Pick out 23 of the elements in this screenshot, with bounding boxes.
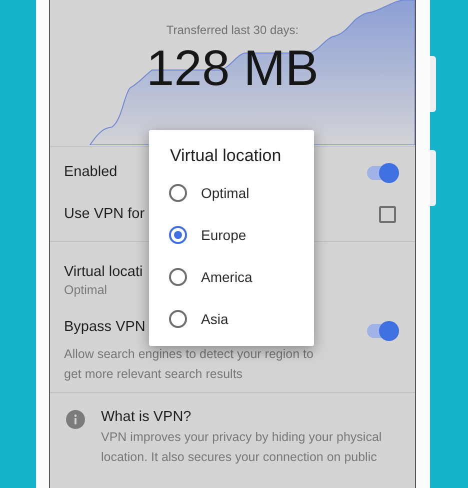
radio-option[interactable]: America <box>149 256 314 298</box>
setting-label: Virtual locati <box>64 264 143 280</box>
info-title: What is VPN? <box>101 409 192 425</box>
info-paragraph: VPN improves your privacy by hiding your physical location. It also secures your connection on public <box>101 429 383 466</box>
radio-button[interactable] <box>169 226 187 244</box>
radio-option[interactable]: Europe <box>149 214 314 256</box>
setting-label: Enabled <box>64 164 118 180</box>
radio-button[interactable] <box>169 268 187 286</box>
setting-label: Use VPN for <box>64 206 145 222</box>
checkbox[interactable] <box>379 206 396 222</box>
info-icon <box>66 410 85 429</box>
setting-value: Optimal <box>64 282 108 296</box>
toggle-switch[interactable] <box>367 163 399 183</box>
setting-description: Allow search engines to detect your region to get more relevant search results <box>64 346 314 383</box>
dialog-title: Virtual location <box>169 145 282 167</box>
setting-label: Bypass VPN <box>64 319 146 335</box>
transfer-amount: 128 MB <box>146 40 319 96</box>
radio-option[interactable]: Asia <box>149 298 314 340</box>
radio-option[interactable]: Optimal <box>149 172 314 214</box>
toggle-switch[interactable] <box>367 321 399 341</box>
radio-button[interactable] <box>169 310 187 328</box>
transfer-caption: Transferred last 30 days: <box>166 23 299 37</box>
radio-button[interactable] <box>169 184 187 202</box>
